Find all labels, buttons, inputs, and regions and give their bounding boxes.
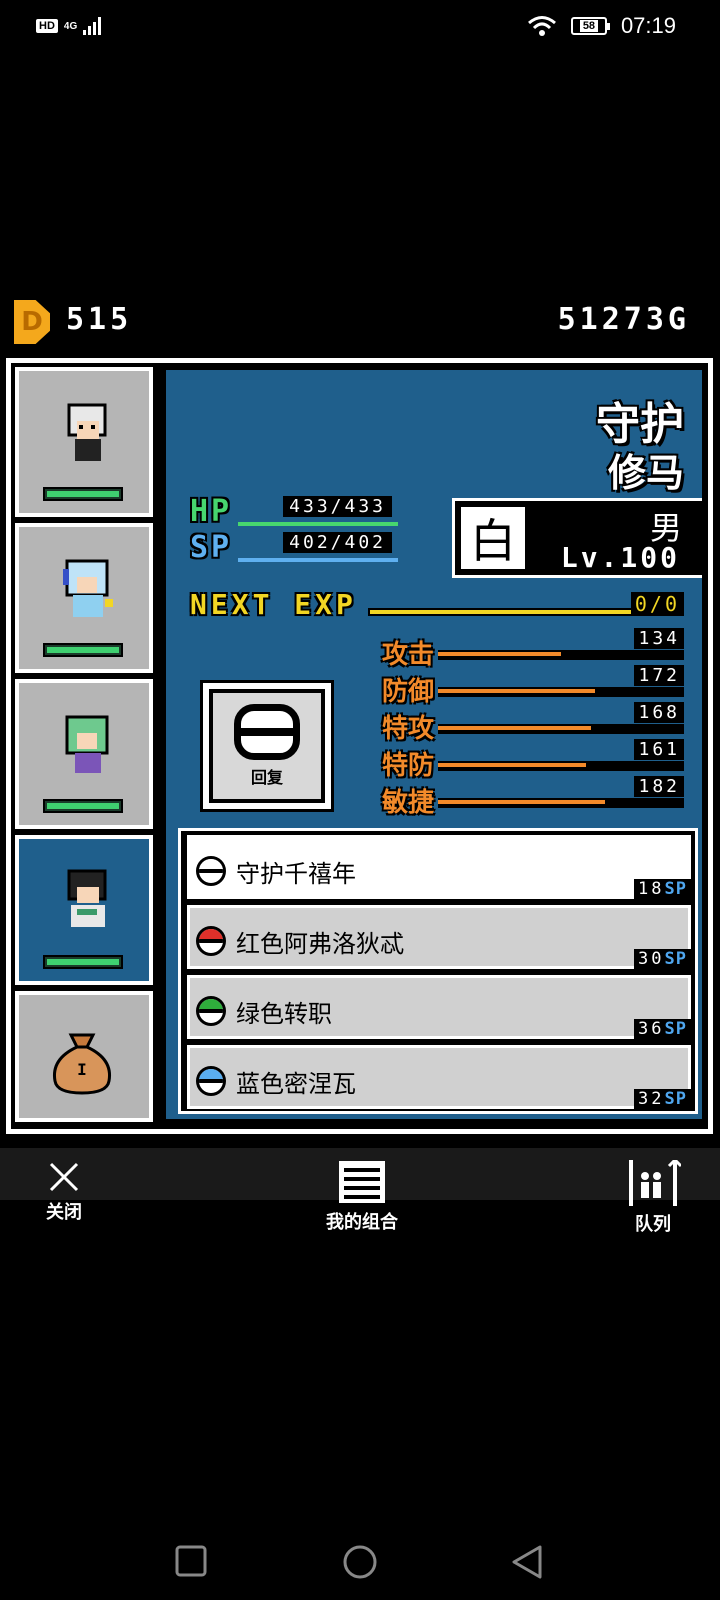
coin-count: 515 [66, 302, 133, 337]
attr-value: 168 [634, 702, 684, 723]
profile-box: 白 男 Lv.100 [452, 498, 702, 578]
system-nav-bar [0, 1520, 720, 1600]
skill-item[interactable]: 守护千禧年 18SP [187, 835, 691, 899]
character-sprite-green-hair [65, 715, 109, 773]
attr-row: 敏捷 182 [382, 776, 684, 818]
svg-text:I: I [77, 1060, 87, 1079]
home-icon[interactable] [342, 1544, 378, 1580]
my-combo-label: 我的组合 [326, 1212, 398, 1233]
level: Lv.100 [560, 541, 680, 574]
attr-value: 182 [634, 776, 684, 797]
attr-name: 特防 [382, 751, 435, 781]
skill-item[interactable]: 绿色转职 36SP [187, 975, 691, 1039]
skill-ball-icon [196, 856, 226, 886]
skill-ball-icon [196, 996, 226, 1026]
skill-cost: 30SP [634, 949, 691, 969]
battery-level: 58 [579, 20, 599, 32]
attr-name: 特攻 [382, 714, 435, 744]
inventory-bag-slot[interactable]: I [15, 991, 153, 1122]
next-exp-label: NEXT EXP [190, 588, 357, 621]
wifi-icon [527, 16, 556, 36]
hd-badge: HD [36, 19, 58, 33]
signal-icon [83, 17, 102, 35]
attr-value: 172 [634, 665, 684, 686]
attr-bar [438, 652, 561, 656]
skill-cost: 36SP [634, 1019, 691, 1039]
party-list: I [15, 367, 153, 1122]
character-window: I 守护 修马 HP 433/433 SP 402/402 白 男 Lv.100… [6, 358, 713, 1134]
battery-icon: 58 [570, 17, 610, 35]
recover-item-label: 回复 [250, 768, 283, 787]
ball-icon [234, 704, 300, 760]
queue-icon [629, 1160, 681, 1206]
queue-label: 队列 [635, 1214, 671, 1235]
attr-name: 防御 [382, 677, 435, 707]
character-sprite-blue-hair [63, 559, 113, 617]
recover-item-button[interactable]: 回复 [200, 680, 334, 812]
hp-label: HP [190, 494, 233, 529]
network-type: 4G [63, 20, 78, 32]
attr-bar [438, 763, 586, 767]
attr-name: 敏捷 [382, 788, 435, 818]
attr-bar [438, 800, 606, 804]
hp-value: 433/433 [283, 496, 392, 517]
character-name: 修马 [607, 451, 684, 495]
coin-icon: D [14, 300, 50, 344]
party-slot-4-selected[interactable] [15, 835, 153, 985]
skill-list: 守护千禧年 18SP 红色阿弗洛狄忒 30SP 绿色转职 36SP 蓝色密涅瓦 … [178, 828, 698, 1114]
party-slot-1[interactable] [15, 367, 153, 517]
hp-gauge: 433/433 [238, 494, 398, 526]
recent-apps-icon[interactable] [174, 1544, 208, 1578]
skill-item[interactable]: 红色阿弗洛狄忒 30SP [187, 905, 691, 969]
sp-gauge: 402/402 [238, 530, 398, 562]
character-sprite-white-hair [67, 403, 107, 461]
party-hp-bar [43, 643, 123, 657]
skill-name: 红色阿弗洛狄忒 [236, 930, 404, 958]
clock: 07:19 [620, 13, 676, 38]
skill-name: 守护千禧年 [236, 860, 356, 888]
attr-bar [438, 726, 591, 730]
party-hp-bar [43, 955, 123, 969]
list-icon [339, 1161, 385, 1203]
party-slot-3[interactable] [15, 679, 153, 829]
sp-value: 402/402 [283, 532, 392, 553]
character-detail-panel: 守护 修马 HP 433/433 SP 402/402 白 男 Lv.100 N… [163, 367, 705, 1122]
party-hp-bar [43, 487, 123, 501]
skill-cost: 18SP [634, 879, 691, 899]
close-label: 关闭 [46, 1202, 82, 1223]
attr-value: 161 [634, 739, 684, 760]
sp-label: SP [190, 530, 233, 565]
element-icon: 白 [461, 507, 525, 569]
back-icon[interactable] [510, 1544, 544, 1580]
attr-value: 134 [634, 628, 684, 649]
next-exp-value: 0/0 [630, 592, 684, 616]
close-button[interactable]: 关闭 [36, 1160, 92, 1224]
skill-name: 蓝色密涅瓦 [236, 1070, 356, 1098]
party-hp-bar [43, 799, 123, 813]
close-icon [49, 1162, 79, 1192]
character-sprite-black-hair [67, 869, 107, 927]
attr-bar [438, 689, 596, 693]
skill-ball-icon [196, 1066, 226, 1096]
skill-cost: 32SP [634, 1089, 691, 1109]
gold-amount: 51273G [557, 302, 690, 337]
queue-button[interactable]: 队列 [618, 1160, 688, 1236]
skill-ball-icon [196, 926, 226, 956]
my-combo-button[interactable]: 我的组合 [312, 1160, 412, 1234]
party-slot-2[interactable] [15, 523, 153, 673]
status-bar: HD 4G 58 07:19 [0, 0, 720, 56]
bag-icon: I [52, 1033, 112, 1095]
skill-name: 绿色转职 [236, 1000, 332, 1028]
skill-item[interactable]: 蓝色密涅瓦 32SP [187, 1045, 691, 1109]
attr-name: 攻击 [382, 640, 435, 670]
